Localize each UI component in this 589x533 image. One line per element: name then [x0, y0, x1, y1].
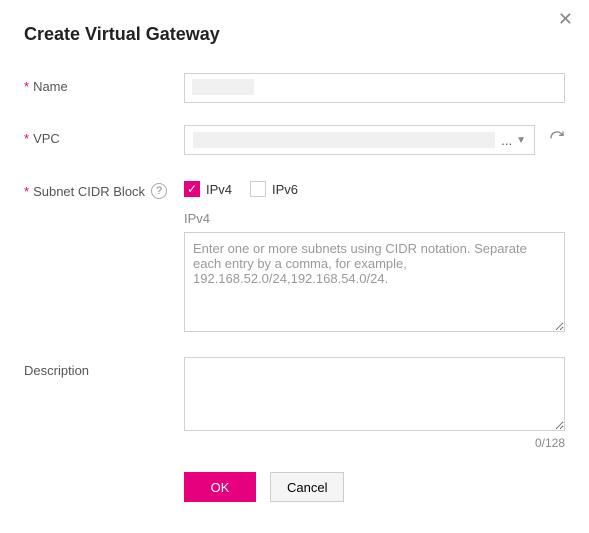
ok-button[interactable]: OK	[184, 472, 256, 502]
close-icon[interactable]: ✕	[558, 10, 573, 28]
description-label: Description	[24, 357, 184, 378]
cidr-label: * Subnet CIDR Block ?	[24, 177, 184, 199]
name-label: * Name	[24, 73, 184, 94]
dialog-title: Create Virtual Gateway	[24, 24, 565, 45]
description-counter: 0/128	[184, 436, 565, 450]
checkbox-unchecked-icon	[250, 181, 266, 197]
row-cidr: * Subnet CIDR Block ? ✓ IPv4 IPv6 IPv4	[24, 177, 565, 335]
refresh-icon[interactable]	[549, 130, 565, 151]
ipv4-checkbox[interactable]: ✓ IPv4	[184, 181, 232, 197]
description-textarea[interactable]	[184, 357, 565, 431]
vpc-select[interactable]: ... ▼	[184, 125, 535, 155]
required-star: *	[24, 131, 29, 146]
checkbox-checked-icon: ✓	[184, 181, 200, 197]
description-label-text: Description	[24, 363, 89, 378]
row-description: Description 0/128	[24, 357, 565, 450]
cidr-textarea[interactable]	[184, 232, 565, 332]
help-icon[interactable]: ?	[151, 183, 167, 199]
vpc-value-redacted	[193, 132, 495, 148]
cancel-button[interactable]: Cancel	[270, 472, 344, 502]
vpc-value-suffix: ...	[501, 133, 512, 148]
chevron-down-icon: ▼	[516, 135, 526, 146]
name-label-text: Name	[33, 79, 68, 94]
ipv6-checkbox[interactable]: IPv6	[250, 181, 298, 197]
row-name: * Name	[24, 73, 565, 103]
vpc-label: * VPC	[24, 125, 184, 146]
ipv4-checkbox-label: IPv4	[206, 182, 232, 197]
vpc-label-text: VPC	[33, 131, 60, 146]
required-star: *	[24, 184, 29, 199]
cidr-label-text: Subnet CIDR Block	[33, 184, 145, 199]
row-vpc: * VPC ... ▼	[24, 125, 565, 155]
required-star: *	[24, 79, 29, 94]
name-value-redacted	[192, 79, 254, 95]
ipv6-checkbox-label: IPv6	[272, 182, 298, 197]
create-virtual-gateway-dialog: ✕ Create Virtual Gateway * Name * VPC ..…	[0, 0, 589, 533]
ipv4-sub-label: IPv4	[184, 211, 565, 226]
dialog-actions: OK Cancel	[184, 472, 565, 502]
